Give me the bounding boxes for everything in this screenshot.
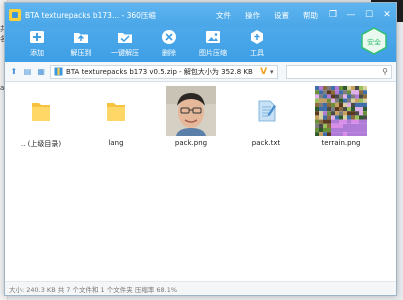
app-logo-icon — [9, 9, 21, 21]
list-item-lang[interactable]: lang — [80, 87, 152, 147]
photo-thumbnail — [165, 86, 217, 136]
desktop: 共 名 a BTA texturepacks b173... - 360压缩 文… — [0, 0, 403, 300]
title-menu: 文件 操作 设置 帮助 — [216, 10, 318, 21]
view-grid-icon[interactable]: ▦ — [36, 67, 46, 77]
safe-badge-label: 安全 — [367, 38, 381, 47]
add-button[interactable]: 添加 — [15, 27, 59, 58]
tools-icon — [249, 29, 265, 45]
close-icon[interactable]: ✕ — [382, 10, 392, 20]
menu-operate[interactable]: 操作 — [245, 10, 260, 21]
text-file-icon — [240, 87, 292, 135]
delete-icon — [161, 29, 177, 45]
file-name: .. (上级目录) — [20, 140, 62, 148]
extract-icon — [73, 29, 89, 45]
file-name: pack.png — [174, 139, 208, 147]
maximize-icon[interactable]: ☐ — [364, 10, 374, 20]
minimize-icon[interactable]: — — [346, 10, 356, 20]
archive-window: BTA texturepacks b173... - 360压缩 文件 操作 设… — [4, 2, 397, 296]
view-list-icon[interactable]: ▤ — [23, 67, 33, 77]
toolbar: 添加 解压到 一键解压 删除 图片压缩 工具 安全 — [5, 27, 396, 62]
image-compress-label: 图片压缩 — [199, 49, 227, 57]
folder-icon — [15, 87, 67, 135]
texture-thumbnail — [315, 86, 367, 136]
window-controls: ❐ — ☐ ✕ — [328, 10, 392, 20]
delete-button[interactable]: 删除 — [147, 27, 191, 58]
list-item-pack-png[interactable]: pack.png — [155, 86, 227, 147]
status-text: 大小: 240.3 KB 共 7 个文件和 1 个文件夹 压缩率 68.1% — [9, 285, 178, 294]
path-text: BTA texturepacks b173 v0.5.zip - 解包大小为 3… — [66, 67, 253, 76]
extract-to-label: 解压到 — [70, 49, 92, 57]
one-click-extract-icon — [117, 29, 133, 45]
dropdown-arrow-icon[interactable]: ▾ — [270, 68, 274, 76]
verified-icon: V — [260, 66, 268, 77]
list-item-pack-txt[interactable]: pack.txt — [230, 87, 302, 147]
file-name: terrain.png — [321, 139, 361, 147]
one-click-extract-label: 一键解压 — [111, 49, 139, 57]
list-item-terrain-png[interactable]: terrain.png — [305, 86, 377, 147]
file-name: lang — [108, 139, 124, 147]
folder-icon — [90, 87, 142, 135]
image-compress-icon — [205, 29, 221, 45]
extract-to-button[interactable]: 解压到 — [59, 27, 103, 58]
add-icon — [29, 29, 45, 45]
window-title: BTA texturepacks b173... - 360压缩 — [25, 10, 156, 20]
search-icon[interactable]: ⚲ — [382, 67, 388, 76]
menu-file[interactable]: 文件 — [216, 10, 231, 21]
file-name: pack.txt — [251, 139, 281, 147]
file-list: .. (上级目录) lang pack.png pack.txt terrain… — [5, 83, 396, 283]
menu-help[interactable]: 帮助 — [303, 10, 318, 21]
up-arrow-icon[interactable]: ⬆ — [9, 67, 19, 77]
safe-badge[interactable]: 安全 — [360, 27, 388, 55]
search-input[interactable]: ⚲ — [285, 64, 392, 79]
status-bar: 大小: 240.3 KB 共 7 个文件和 1 个文件夹 压缩率 68.1% — [5, 281, 396, 295]
title-bar[interactable]: BTA texturepacks b173... - 360压缩 文件 操作 设… — [5, 3, 396, 27]
list-item-parent[interactable]: .. (上级目录) — [5, 87, 77, 149]
path-field[interactable]: BTA texturepacks b173 v0.5.zip - 解包大小为 3… — [50, 64, 278, 79]
tools-label: 工具 — [250, 49, 264, 57]
address-bar: ⬆ ▤ ▦ BTA texturepacks b173 v0.5.zip - 解… — [5, 62, 396, 82]
delete-label: 删除 — [162, 49, 176, 57]
menu-settings[interactable]: 设置 — [274, 10, 289, 21]
one-click-extract-button[interactable]: 一键解压 — [103, 27, 147, 58]
restore-icon[interactable]: ❐ — [328, 10, 338, 20]
tools-button[interactable]: 工具 — [235, 27, 279, 58]
add-label: 添加 — [30, 49, 44, 57]
zip-file-icon — [54, 67, 63, 76]
image-compress-button[interactable]: 图片压缩 — [191, 27, 235, 58]
